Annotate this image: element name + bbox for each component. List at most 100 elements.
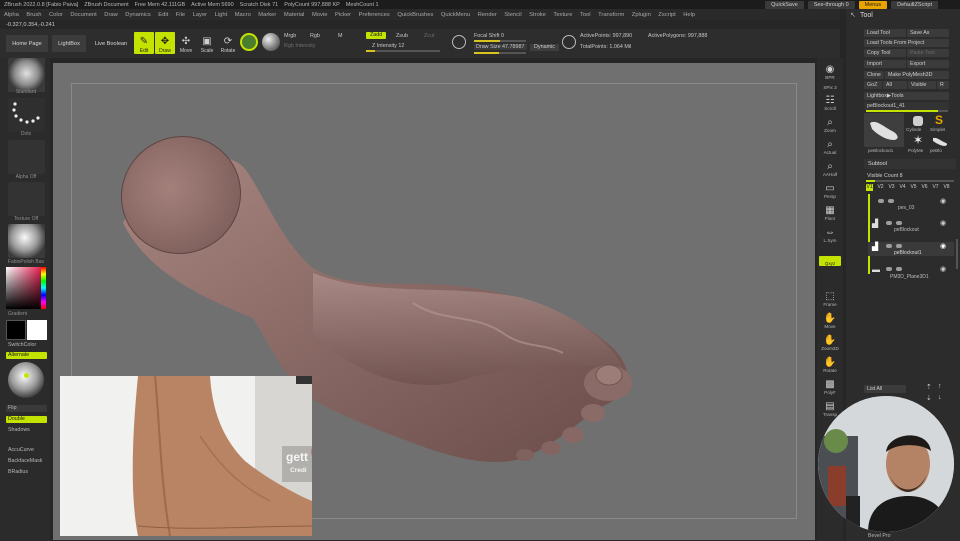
save-as-button[interactable]: Save As bbox=[907, 29, 949, 37]
sculptris-pro-icon[interactable] bbox=[240, 33, 258, 51]
menu-material[interactable]: Material bbox=[284, 12, 305, 18]
rgb-button[interactable]: Rgb bbox=[310, 33, 320, 39]
arrow-down-icon[interactable]: ↓ bbox=[938, 394, 942, 401]
accucurve-button[interactable]: AccuCurve bbox=[6, 447, 47, 454]
subtool-row-peblockout1[interactable]: ▟ ◉ peBlockout1 bbox=[868, 242, 954, 256]
menu-texture[interactable]: Texture bbox=[553, 12, 572, 18]
z-intensity-slider[interactable]: Z Intensity 12 bbox=[372, 43, 404, 49]
polyf-button[interactable]: ▩ PolyF bbox=[819, 375, 841, 395]
subtool-toggle[interactable] bbox=[896, 244, 902, 248]
dynamic-button[interactable]: Dynamic bbox=[530, 44, 559, 51]
scale-mode-button[interactable]: ▣ Scale bbox=[197, 32, 217, 55]
menu-zscript[interactable]: Zscript bbox=[658, 12, 675, 18]
goz-visible-button[interactable]: Visible bbox=[908, 81, 936, 89]
shadows-button[interactable]: Shadows bbox=[6, 427, 47, 434]
eye-icon[interactable]: ◉ bbox=[940, 219, 946, 227]
v3-button[interactable]: V3 bbox=[888, 184, 895, 191]
zcut-button[interactable]: Zcut bbox=[424, 33, 434, 39]
subtool-header[interactable]: Subtool bbox=[864, 159, 956, 169]
bpr-button[interactable]: ◉ BPR bbox=[819, 60, 841, 80]
subtool-toggle[interactable] bbox=[886, 244, 892, 248]
scroll-button[interactable]: ☷ Scroll bbox=[819, 91, 841, 111]
v6-button[interactable]: V6 bbox=[921, 184, 928, 191]
menu-zplugin[interactable]: Zplugin bbox=[632, 12, 651, 18]
flip-button[interactable]: Flip bbox=[6, 405, 47, 412]
tool-menu-icon[interactable]: ↖ bbox=[850, 11, 856, 19]
m-button[interactable]: M bbox=[338, 33, 343, 39]
switchcolor-button[interactable]: SwitchColor bbox=[6, 342, 47, 349]
transp-button[interactable]: ▤ Transp bbox=[819, 397, 841, 417]
see-through-slider[interactable]: See-through 0 bbox=[807, 0, 855, 9]
goz-r-button[interactable]: R bbox=[937, 81, 949, 89]
draw-size-slider[interactable]: Draw Size 47.78987 bbox=[474, 44, 527, 50]
hue-strip[interactable] bbox=[41, 267, 46, 309]
arrow-up-icon[interactable]: ⇡ bbox=[926, 383, 932, 391]
menu-light[interactable]: Light bbox=[215, 12, 228, 18]
zsub-button[interactable]: Zsub bbox=[396, 33, 408, 39]
color-picker[interactable] bbox=[6, 267, 46, 309]
quicksave-button[interactable]: QuickSave bbox=[765, 0, 804, 9]
import-button[interactable]: Import bbox=[864, 60, 906, 68]
visible-count-slider[interactable]: Visible Count 8 bbox=[864, 172, 956, 180]
load-tools-from-project-button[interactable]: Load Tools From Project bbox=[864, 39, 949, 47]
rotate-mode-button[interactable]: ⟳ Rotate bbox=[218, 32, 238, 55]
lightbox-tools-button[interactable]: Lightbox▶Tools bbox=[864, 92, 949, 100]
move-mode-button[interactable]: ✣ Move bbox=[176, 32, 196, 55]
menu-help[interactable]: Help bbox=[683, 12, 695, 18]
v1-button[interactable]: V1 bbox=[866, 184, 873, 191]
menu-layer[interactable]: Layer bbox=[193, 12, 208, 18]
menu-alpha[interactable]: Alpha bbox=[4, 12, 19, 18]
move-view-button[interactable]: ✋ Move bbox=[819, 309, 841, 329]
lightbox-button[interactable]: LightBox bbox=[52, 35, 86, 52]
bradius-button[interactable]: BRadius bbox=[6, 469, 47, 476]
persp-button[interactable]: ▭ Persp bbox=[819, 179, 841, 199]
zoom3d-button[interactable]: ✋ Zoom3D bbox=[819, 331, 841, 351]
v8-button[interactable]: V8 bbox=[943, 184, 950, 191]
subtool-row-peblockout[interactable]: ▟ ◉ peBlockout bbox=[868, 219, 954, 233]
spix-slider[interactable]: SPix 3 bbox=[819, 80, 841, 90]
secondary-color-swatch[interactable] bbox=[27, 320, 47, 340]
focal-shift-bar[interactable] bbox=[474, 40, 526, 42]
menu-edit[interactable]: Edit bbox=[158, 12, 168, 18]
v2-button[interactable]: V2 bbox=[877, 184, 884, 191]
v4-button[interactable]: V4 bbox=[899, 184, 906, 191]
stroke-dots-thumb[interactable] bbox=[8, 98, 45, 132]
v5-button[interactable]: V5 bbox=[910, 184, 917, 191]
menu-dynamics[interactable]: Dynamics bbox=[125, 12, 150, 18]
eye-icon[interactable]: ◉ bbox=[940, 265, 946, 273]
backfacemask-button[interactable]: BackfaceMask bbox=[6, 458, 47, 465]
edit-mode-button[interactable]: ✎ Edit bbox=[134, 32, 154, 54]
subtool-scrollbar[interactable] bbox=[956, 239, 958, 269]
focal-shift-slider[interactable]: Focal Shift 0 bbox=[474, 33, 504, 39]
menu-quickbrushes[interactable]: QuickBrushes bbox=[397, 12, 433, 18]
menu-tool[interactable]: Tool bbox=[580, 12, 591, 18]
subtool-row-plane[interactable]: ▬ ◉ PM3D_Plane3D1 bbox=[868, 265, 954, 280]
menus-button[interactable]: Menus bbox=[858, 0, 888, 9]
polymesh-tool-thumb[interactable]: ✶ bbox=[908, 133, 928, 149]
goz-button[interactable]: GoZ bbox=[864, 81, 882, 89]
bevel-pro-label[interactable]: Bevel Pro bbox=[868, 533, 891, 539]
menu-marker[interactable]: Marker bbox=[258, 12, 276, 18]
subtool-toggle[interactable] bbox=[878, 199, 884, 203]
light-position-icon[interactable] bbox=[24, 373, 29, 378]
subtool-toggle[interactable] bbox=[886, 267, 892, 271]
home-page-button[interactable]: Home Page bbox=[6, 35, 48, 52]
menu-preferences[interactable]: Preferences bbox=[359, 12, 390, 18]
actual-button[interactable]: ⌕ Actual bbox=[819, 135, 841, 155]
peblo-tool-thumb[interactable] bbox=[930, 133, 950, 149]
clone-button[interactable]: Clone bbox=[864, 71, 884, 79]
menu-color[interactable]: Color bbox=[49, 12, 63, 18]
alternate-button[interactable]: Alternate bbox=[6, 352, 47, 359]
make-polymesh-button[interactable]: Make PolyMesh3D bbox=[885, 71, 949, 79]
subtool-toggle[interactable] bbox=[888, 199, 894, 203]
menu-stroke[interactable]: Stroke bbox=[529, 12, 546, 18]
floor-button[interactable]: ▦ Floor bbox=[819, 201, 841, 221]
menu-stencil[interactable]: Stencil bbox=[504, 12, 521, 18]
eye-icon[interactable]: ◉ bbox=[940, 197, 946, 205]
menu-file[interactable]: File bbox=[176, 12, 185, 18]
menu-draw[interactable]: Draw bbox=[104, 12, 118, 18]
live-boolean-button[interactable]: Live Boolean bbox=[89, 35, 133, 52]
menu-picker[interactable]: Picker bbox=[335, 12, 351, 18]
frame-button[interactable]: ⬚ Frame bbox=[819, 287, 841, 307]
zoom-button[interactable]: ⌕ Zoom bbox=[819, 113, 841, 133]
